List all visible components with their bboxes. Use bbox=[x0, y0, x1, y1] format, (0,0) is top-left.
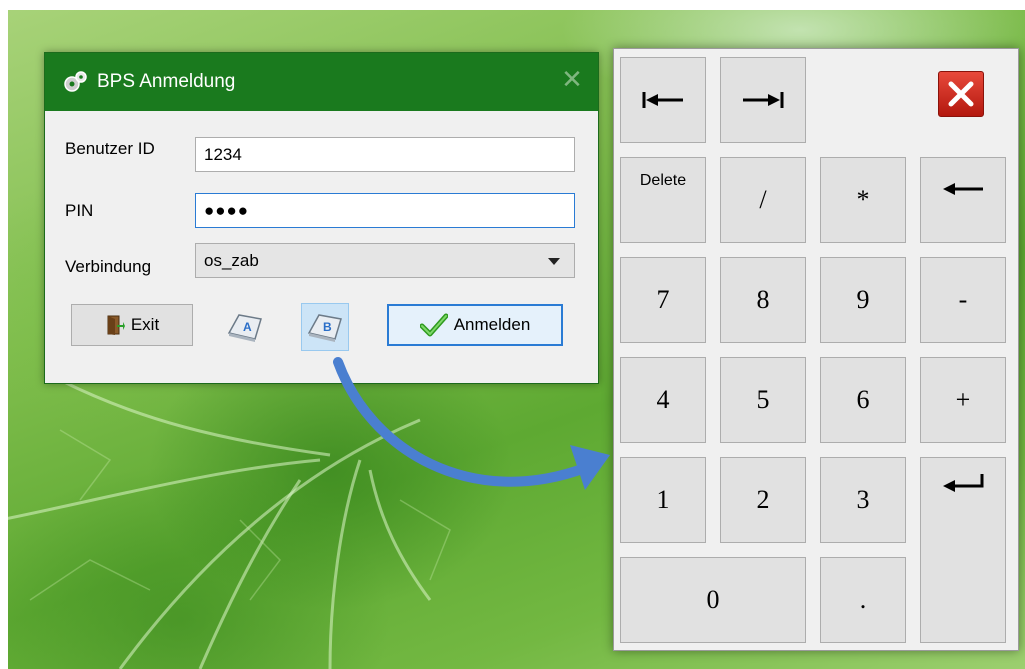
key-8[interactable]: 8 bbox=[720, 257, 806, 343]
key-6[interactable]: 6 bbox=[820, 357, 906, 443]
enter-key[interactable] bbox=[920, 457, 1006, 643]
login-dialog: BPS Anmeldung ✕ Benutzer ID 1234 PIN ●●●… bbox=[44, 52, 599, 384]
connection-row: Verbindung bbox=[65, 257, 191, 277]
key-2[interactable]: 2 bbox=[720, 457, 806, 543]
svg-text:B: B bbox=[323, 320, 332, 334]
chevron-down-icon bbox=[548, 258, 560, 265]
connection-dropdown[interactable]: os_zab bbox=[195, 243, 575, 278]
key-0[interactable]: 0 bbox=[620, 557, 806, 643]
numpad-close-button[interactable] bbox=[938, 71, 984, 117]
pin-field[interactable]: ●●●● bbox=[195, 193, 575, 228]
delete-key[interactable]: Delete bbox=[620, 157, 706, 243]
backspace-key[interactable] bbox=[920, 157, 1006, 243]
plus-key[interactable]: + bbox=[920, 357, 1006, 443]
multiply-key[interactable]: * bbox=[820, 157, 906, 243]
svg-text:A: A bbox=[243, 320, 252, 334]
home-arrow-icon bbox=[642, 92, 683, 108]
keyboard-a-button[interactable]: A bbox=[221, 303, 269, 351]
pin-label: PIN bbox=[65, 201, 94, 220]
user-id-row: Benutzer ID bbox=[65, 139, 191, 159]
enter-arrow-icon bbox=[943, 474, 984, 492]
key-5[interactable]: 5 bbox=[720, 357, 806, 443]
key-3[interactable]: 3 bbox=[820, 457, 906, 543]
pin-value: ●●●● bbox=[204, 201, 250, 220]
checkmark-icon bbox=[419, 313, 448, 337]
exit-door-icon bbox=[105, 314, 125, 336]
key-7[interactable]: 7 bbox=[620, 257, 706, 343]
pin-row: PIN bbox=[65, 201, 191, 221]
key-4[interactable]: 4 bbox=[620, 357, 706, 443]
keyboard-key-b-icon: B bbox=[307, 314, 342, 342]
home-key[interactable] bbox=[620, 57, 706, 143]
user-id-label: Benutzer ID bbox=[65, 139, 155, 158]
exit-label: Exit bbox=[130, 315, 160, 334]
user-id-field[interactable]: 1234 bbox=[195, 137, 575, 172]
connection-label: Verbindung bbox=[65, 257, 152, 276]
numpad-window: Delete / * 7 8 9 - 4 5 6 + 1 2 3 0 . bbox=[613, 48, 1019, 651]
minus-key[interactable]: - bbox=[920, 257, 1006, 343]
window-title: BPS Anmeldung bbox=[97, 71, 236, 92]
decimal-key[interactable]: . bbox=[820, 557, 906, 643]
end-arrow-icon bbox=[743, 92, 784, 108]
login-button[interactable]: Anmelden bbox=[387, 304, 563, 346]
close-button[interactable]: ✕ bbox=[560, 66, 584, 92]
login-label: Anmelden bbox=[453, 315, 531, 334]
key-9[interactable]: 9 bbox=[820, 257, 906, 343]
title-bar: BPS Anmeldung ✕ bbox=[45, 53, 598, 111]
exit-button[interactable]: Exit bbox=[71, 304, 193, 346]
end-key[interactable] bbox=[720, 57, 806, 143]
keyboard-key-a-icon: A bbox=[227, 314, 262, 342]
backspace-arrow-icon bbox=[943, 183, 983, 195]
keyboard-b-button[interactable]: B bbox=[301, 303, 349, 351]
gears-icon bbox=[64, 71, 87, 92]
key-1[interactable]: 1 bbox=[620, 457, 706, 543]
divide-key[interactable]: / bbox=[720, 157, 806, 243]
connection-value: os_zab bbox=[204, 251, 259, 270]
close-icon bbox=[948, 81, 974, 107]
